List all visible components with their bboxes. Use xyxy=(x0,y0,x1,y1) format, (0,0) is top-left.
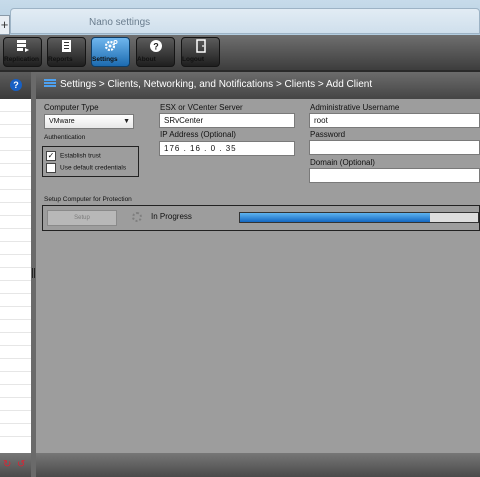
logout-label: Logout xyxy=(182,56,205,63)
replication-icon xyxy=(4,39,41,55)
chevron-down-icon: ▼ xyxy=(123,118,130,125)
setup-protection-label: Setup Computer for Protection xyxy=(44,196,132,203)
computer-type-label: Computer Type xyxy=(44,103,99,112)
checkbox-unchecked-icon xyxy=(46,163,56,173)
sidebar-header: ? xyxy=(0,72,31,99)
reports-label: Reports xyxy=(48,56,73,63)
password-input[interactable] xyxy=(309,140,480,155)
use-default-credentials-checkbox[interactable]: Use default credentials xyxy=(46,163,126,173)
progress-fill xyxy=(240,213,431,222)
new-tab-button[interactable]: + xyxy=(0,15,10,35)
replication-button[interactable]: Replication xyxy=(3,37,42,67)
loading-spinner-icon xyxy=(132,212,142,222)
browser-tab[interactable]: Nano settings xyxy=(10,8,480,34)
setup-button[interactable]: Setup xyxy=(47,210,117,226)
use-default-credentials-label: Use default credentials xyxy=(60,164,127,172)
domain-input[interactable] xyxy=(309,168,480,183)
authentication-group: ✓ Establish trust Use default credentials xyxy=(42,146,139,177)
esx-server-label: ESX or VCenter Server xyxy=(160,103,243,112)
reports-button[interactable]: Reports xyxy=(47,37,86,67)
help-icon[interactable]: ? xyxy=(10,79,22,91)
establish-trust-label: Establish trust xyxy=(60,152,101,160)
main-toolbar: Replication Reports Settings ? About Log… xyxy=(0,35,480,72)
computer-type-select[interactable]: VMware ▼ xyxy=(44,114,134,129)
logout-button[interactable]: Logout xyxy=(181,37,220,67)
establish-trust-checkbox[interactable]: ✓ Establish trust xyxy=(46,151,101,161)
splitter-grip[interactable] xyxy=(32,268,35,278)
about-button[interactable]: ? About xyxy=(136,37,175,67)
settings-button[interactable]: Settings xyxy=(91,37,130,67)
admin-username-input[interactable]: root xyxy=(309,113,480,128)
svg-text:?: ? xyxy=(153,42,159,52)
door-icon xyxy=(182,39,219,55)
admin-username-label: Administrative Username xyxy=(310,103,400,112)
refresh-icon[interactable]: ↻ xyxy=(3,459,11,470)
sidebar-footer: ↻ ↺ xyxy=(0,453,31,477)
setup-protection-group: Setup In Progress xyxy=(42,205,480,231)
reports-icon xyxy=(48,39,85,55)
authentication-label: Authentication xyxy=(44,134,86,141)
settings-label: Settings xyxy=(92,56,118,63)
replication-label: Replication xyxy=(4,56,40,63)
tab-title: Nano settings xyxy=(89,17,151,28)
domain-label: Domain (Optional) xyxy=(310,158,375,167)
browser-chrome: + Nano settings xyxy=(0,0,480,36)
settings-list-icon xyxy=(44,79,56,91)
progress-status: In Progress xyxy=(151,212,192,221)
about-label: About xyxy=(137,56,156,63)
sync-icon[interactable]: ↺ xyxy=(17,459,25,470)
breadcrumb-bar: Settings > Clients, Networking, and Noti… xyxy=(36,72,480,99)
help-icon: ? xyxy=(137,39,174,55)
main-panel: Settings > Clients, Networking, and Noti… xyxy=(36,72,480,477)
status-bar xyxy=(36,453,480,477)
sidebar: ? ↻ ↺ xyxy=(0,72,32,477)
checkbox-checked-icon: ✓ xyxy=(46,151,56,161)
ip-address-label: IP Address (Optional) xyxy=(160,130,236,139)
password-label: Password xyxy=(310,130,346,139)
breadcrumb: Settings > Clients, Networking, and Noti… xyxy=(60,79,373,90)
sidebar-list[interactable] xyxy=(0,99,31,437)
gear-icon xyxy=(92,39,129,55)
ip-address-input[interactable]: 176 . 16 . 0 . 35 xyxy=(159,141,295,156)
computer-type-value: VMware xyxy=(49,118,75,125)
progress-bar xyxy=(239,212,479,223)
esx-server-input[interactable]: SRvCenter xyxy=(159,113,295,128)
